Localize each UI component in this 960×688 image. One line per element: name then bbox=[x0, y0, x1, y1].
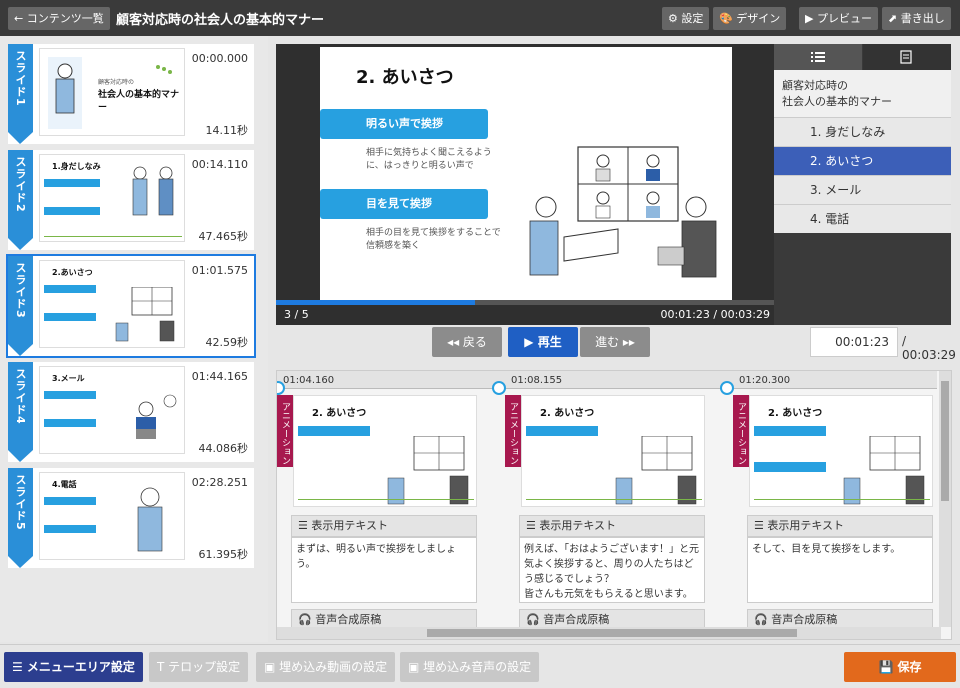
slide-thumbnail: 1.身だしなみ bbox=[39, 154, 185, 242]
animation-tag: アニメーション bbox=[505, 395, 521, 467]
animation-tag: アニメーション bbox=[733, 395, 749, 467]
slide-start-time: 00:00.000 bbox=[191, 52, 248, 65]
marker-time: 01:20.300 bbox=[739, 375, 791, 386]
current-time-input[interactable]: 00:01:23 bbox=[810, 327, 898, 357]
vertical-scrollbar[interactable] bbox=[939, 371, 951, 627]
forward-button[interactable]: 進む ▸▸ bbox=[580, 327, 650, 357]
timeline-editor: 01:04.160 01:08.155 01:20.300 アニメーション 2.… bbox=[276, 370, 952, 640]
slide-thumbnail: 3.メール bbox=[39, 366, 185, 454]
menu-area-settings-button[interactable]: ☰ メニューエリア設定 bbox=[4, 652, 143, 682]
display-text-header: ☰ 表示用テキスト bbox=[747, 515, 933, 537]
timeline-card[interactable]: アニメーション 2. あいさつ ☰ 表示用テキスト まずは、明るい声で挨拶をしま… bbox=[277, 395, 487, 635]
animation-tag: アニメーション bbox=[277, 395, 293, 467]
timeline-marker[interactable] bbox=[492, 381, 506, 395]
card-thumbnail: 2. あいさつ bbox=[749, 395, 933, 507]
display-text-header: ☰ 表示用テキスト bbox=[291, 515, 477, 537]
timeline-ruler: 01:04.160 01:08.155 01:20.300 bbox=[277, 371, 937, 389]
slide-item[interactable]: スライド1 顧客対応時の 社会人の基本的マナー 00:00.000 14.11秒 bbox=[8, 44, 254, 144]
marker-time: 01:08.155 bbox=[511, 375, 563, 386]
slide-duration: 61.395秒 bbox=[198, 548, 249, 561]
slide-thumbnail: 2.あいさつ bbox=[39, 260, 185, 348]
slide-duration: 42.59秒 bbox=[205, 336, 249, 349]
toc-item-active[interactable]: 2. あいさつ bbox=[774, 146, 951, 175]
horizontal-scrollbar[interactable] bbox=[277, 627, 941, 639]
slide-tab: スライド5 bbox=[8, 468, 33, 568]
display-text-field[interactable]: まずは、明るい声で挨拶をしましょう。 bbox=[291, 537, 477, 603]
back-button[interactable]: ◂◂ 戻る bbox=[432, 327, 502, 357]
slide-tab: スライド1 bbox=[8, 44, 33, 144]
slide-tab: スライド2 bbox=[8, 150, 33, 250]
slide-thumbnail: 4.電話 bbox=[39, 472, 185, 560]
list-icon bbox=[811, 52, 825, 62]
timeline-card[interactable]: アニメーション 2. あいさつ ☰ 表示用テキスト そして、目を見て挨拶をします… bbox=[733, 395, 943, 635]
total-time: / 00:03:29 bbox=[902, 334, 956, 362]
bottom-bar: ☰ メニューエリア設定 T テロップ設定 ▣ 埋め込み動画の設定 ▣ 埋め込み音… bbox=[0, 644, 960, 688]
toc-list-tab[interactable] bbox=[774, 44, 862, 70]
slide-item[interactable]: スライド2 1.身だしなみ 00:14.110 47.465秒 bbox=[8, 150, 254, 250]
slide-title: 2. あいさつ bbox=[356, 67, 454, 88]
slide-tab: スライド3 bbox=[8, 256, 33, 356]
page-title: 顧客対応時の社会人の基本的マナー bbox=[116, 13, 325, 28]
export-button[interactable]: ⬈ 書き出し bbox=[882, 7, 951, 30]
toc-item[interactable]: 3. メール bbox=[774, 175, 951, 204]
marker-time: 01:04.160 bbox=[283, 375, 335, 386]
toc-item[interactable]: 4. 電話 bbox=[774, 204, 951, 233]
save-button[interactable]: 💾 保存 bbox=[844, 652, 956, 682]
card-thumbnail: 2. あいさつ bbox=[293, 395, 477, 507]
slide-item[interactable]: スライド4 3.メール 01:44.165 44.086秒 bbox=[8, 362, 254, 462]
top-bar: ← コンテンツ一覧 顧客対応時の社会人の基本的マナー ⚙ 設定 🎨 デザイン ▶… bbox=[0, 0, 960, 36]
back-to-contents-button[interactable]: ← コンテンツ一覧 bbox=[8, 7, 110, 30]
toc-panel: 顧客対応時の 社会人の基本的マナー 1. 身だしなみ 2. あいさつ 3. メー… bbox=[774, 44, 951, 325]
slide-duration: 47.465秒 bbox=[198, 230, 249, 243]
preview-button[interactable]: ▶ プレビュー bbox=[799, 7, 878, 30]
point-text: 相手の目を見て挨拶をすることで信頼感を築く bbox=[366, 228, 501, 251]
toc-item[interactable]: 1. 身だしなみ bbox=[774, 117, 951, 146]
time-readout: 00:01:23 / 00:03:29 bbox=[660, 308, 770, 321]
slide-start-time: 01:44.165 bbox=[191, 370, 248, 383]
timeline-marker[interactable] bbox=[720, 381, 734, 395]
toc-notes-tab[interactable] bbox=[863, 44, 951, 70]
slide-start-time: 02:28.251 bbox=[191, 476, 248, 489]
page-counter: 3 / 5 bbox=[284, 308, 309, 321]
display-text-field[interactable]: 例えば、「おはようございます！」と元気よく挨拶すると、周りの人たちはどう感じるで… bbox=[519, 537, 705, 603]
point-label: 明るい声で挨拶 bbox=[320, 109, 488, 139]
slide-tab: スライド4 bbox=[8, 362, 33, 462]
telop-settings-button[interactable]: T テロップ設定 bbox=[149, 652, 249, 682]
settings-button[interactable]: ⚙ 設定 bbox=[662, 7, 710, 30]
slide-item[interactable]: スライド5 4.電話 02:28.251 61.395秒 bbox=[8, 468, 254, 568]
document-icon bbox=[900, 50, 912, 64]
slide-duration: 44.086秒 bbox=[198, 442, 249, 455]
meeting-illustration bbox=[529, 146, 717, 278]
play-button[interactable]: ▶ 再生 bbox=[508, 327, 578, 357]
slide-duration: 14.11秒 bbox=[205, 124, 249, 137]
slide-list: スライド1 顧客対応時の 社会人の基本的マナー 00:00.000 14.11秒… bbox=[0, 36, 268, 642]
slide-item-active[interactable]: スライド3 2.あいさつ 01:01.575 42.59秒 bbox=[6, 254, 256, 358]
player-footer: 3 / 5 00:01:23 / 00:03:29 bbox=[276, 305, 774, 325]
display-text-header: ☰ 表示用テキスト bbox=[519, 515, 705, 537]
embed-video-settings-button[interactable]: ▣ 埋め込み動画の設定 bbox=[256, 652, 396, 682]
slide-start-time: 00:14.110 bbox=[191, 158, 248, 171]
slide-start-time: 01:01.575 bbox=[191, 264, 248, 277]
slide-preview: 2. あいさつ 明るい声で挨拶 相手に気持ちよく聞こえるように、はっきりと明るい… bbox=[320, 47, 732, 300]
slide-thumbnail: 顧客対応時の 社会人の基本的マナー bbox=[39, 48, 185, 136]
point-label: 目を見て挨拶 bbox=[320, 189, 488, 219]
card-thumbnail: 2. あいさつ bbox=[521, 395, 705, 507]
timeline-card[interactable]: アニメーション 2. あいさつ ☰ 表示用テキスト 例えば、「おはようございます… bbox=[505, 395, 715, 635]
design-button[interactable]: 🎨 デザイン bbox=[713, 7, 787, 30]
timeline-marker[interactable] bbox=[277, 381, 285, 395]
embed-audio-settings-button[interactable]: ▣ 埋め込み音声の設定 bbox=[400, 652, 540, 682]
display-text-field[interactable]: そして、目を見て挨拶をします。 bbox=[747, 537, 933, 603]
point-text: 相手に気持ちよく聞こえるように、はっきりと明るい声で bbox=[366, 148, 492, 171]
